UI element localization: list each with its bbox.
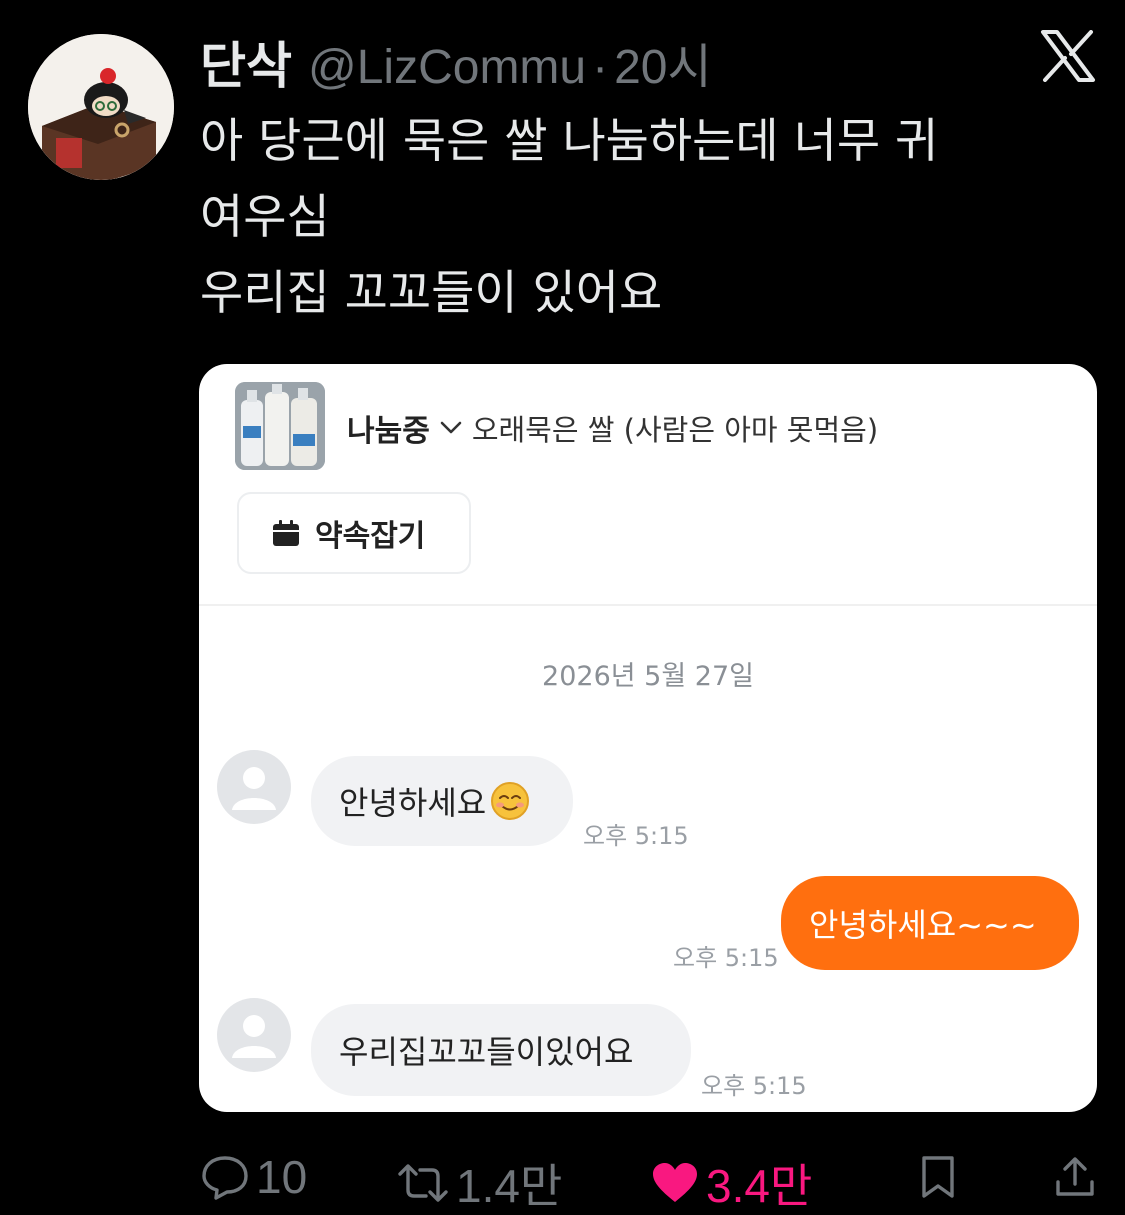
- make-appointment-label: 약속잡기: [315, 519, 426, 554]
- date-separator: 2026년 5월 27일: [542, 661, 754, 692]
- chat-bubble-incoming: 안녕하세요: [311, 756, 573, 846]
- chat-bubble-incoming: 우리집꼬꼬들이있어요: [311, 1004, 691, 1096]
- sender-avatar[interactable]: [217, 750, 291, 824]
- share-icon: [1056, 1157, 1094, 1196]
- tweet-text-line: 아 당근에 묵은 쌀 나눔하는데 너무 귀: [200, 114, 939, 169]
- listing-thumbnail: [235, 382, 325, 470]
- make-appointment-button[interactable]: 약속잡기: [237, 492, 471, 574]
- retweet-count: 1.4만: [456, 1160, 563, 1212]
- tweet-header: 단삭 @LizCommu · 20시: [200, 26, 712, 96]
- user-handle[interactable]: @LizCommu: [308, 40, 586, 95]
- like-count: 3.4만: [706, 1160, 813, 1212]
- chat-bubble-outgoing: 안녕하세요~~~: [781, 876, 1079, 970]
- reply-button[interactable]: 10: [200, 1150, 307, 1204]
- reply-count: 10: [256, 1151, 308, 1203]
- message-time: 오후 5:15: [583, 822, 689, 850]
- message-text: 안녕하세요~~~: [809, 906, 1037, 944]
- message-text: 우리집꼬꼬들이있어요: [339, 1033, 634, 1071]
- listing-status[interactable]: 나눔중: [347, 406, 430, 450]
- default-user-icon: [232, 1015, 276, 1058]
- display-name[interactable]: 단삭: [200, 26, 292, 98]
- chevron-down-icon[interactable]: [440, 421, 462, 435]
- message-time: 오후 5:15: [701, 1072, 807, 1100]
- attached-image[interactable]: 나눔중 오래묵은 쌀 (사람은 아마 못먹음) 약속잡기 2026년 5월 27…: [199, 364, 1097, 1112]
- divider: [199, 604, 1097, 606]
- message-text: 안녕하세요: [339, 784, 487, 822]
- retweet-button[interactable]: 1.4만: [396, 1150, 562, 1215]
- tweet-actions: 10 1.4만 3.4만: [0, 1150, 1125, 1212]
- tweet-text-line: 우리집 꼬꼬들이 있어요: [200, 266, 663, 321]
- profile-avatar[interactable]: [28, 34, 174, 180]
- default-user-icon: [232, 767, 276, 810]
- calendar-icon: [273, 520, 299, 546]
- share-button[interactable]: [1052, 1154, 1104, 1200]
- rice-bottles-image: [235, 382, 325, 470]
- tweet-text: 아 당근에 묵은 쌀 나눔하는데 너무 귀 여우심 우리집 꼬꼬들이 있어요: [200, 104, 1080, 332]
- retweet-icon: [398, 1164, 448, 1202]
- reply-icon: [202, 1156, 248, 1200]
- heart-icon: [653, 1163, 697, 1202]
- bookmark-button[interactable]: [916, 1154, 966, 1200]
- x-logo-icon: [1041, 30, 1095, 82]
- like-button[interactable]: 3.4만: [650, 1150, 812, 1215]
- bookmark-icon: [922, 1156, 954, 1198]
- sender-avatar[interactable]: [217, 998, 291, 1072]
- avatar-illustration: [28, 34, 174, 180]
- listing-header: 나눔중 오래묵은 쌀 (사람은 아마 못먹음): [347, 406, 878, 450]
- smiling-face-icon: [491, 782, 530, 820]
- message-time: 오후 5:15: [673, 944, 779, 972]
- separator-dot: ·: [592, 41, 609, 94]
- listing-title: 오래묵은 쌀 (사람은 아마 못먹음): [471, 413, 879, 447]
- tweet-time[interactable]: 20시: [614, 27, 712, 97]
- tweet-text-line: 여우심: [200, 190, 330, 245]
